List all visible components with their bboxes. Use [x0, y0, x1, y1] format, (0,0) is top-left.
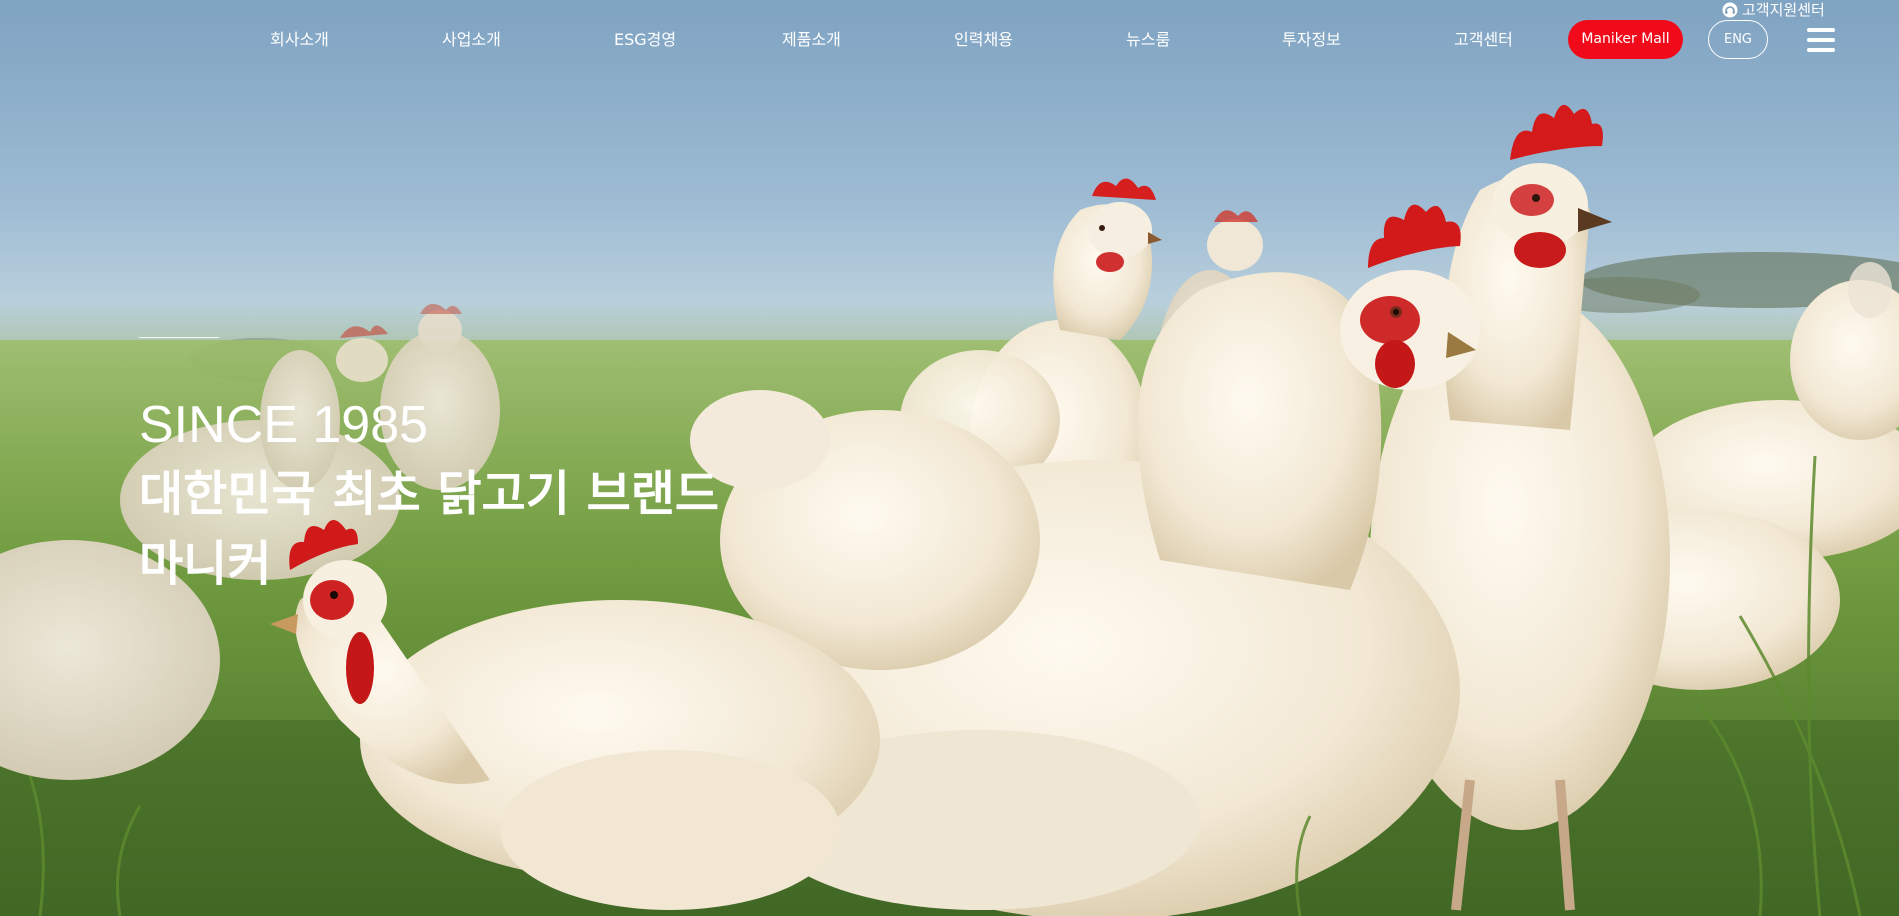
- nav-item-esg[interactable]: ESG경영: [614, 28, 676, 52]
- nav-item-careers[interactable]: 인력채용: [954, 28, 1013, 52]
- nav-item-company[interactable]: 회사소개: [270, 28, 329, 52]
- hero-title-line2: 마니커: [139, 536, 272, 592]
- language-eng-button[interactable]: ENG: [1708, 20, 1768, 59]
- headset-icon: [1722, 2, 1738, 18]
- hamburger-menu-icon[interactable]: [1807, 28, 1835, 52]
- nav-item-business[interactable]: 사업소개: [442, 28, 501, 52]
- nav-item-newsroom[interactable]: 뉴스룸: [1126, 28, 1170, 52]
- main-navigation: 회사소개 사업소개 ESG경영 제품소개 인력채용 뉴스룸 투자정보 고객센터 …: [0, 0, 1899, 80]
- hero-title-line1: 대한민국 최초 닭고기 브랜드: [139, 466, 720, 522]
- nav-item-products[interactable]: 제품소개: [782, 28, 841, 52]
- customer-support-label: 고객지원센터: [1742, 1, 1825, 19]
- hero-background-image: [0, 104, 1899, 916]
- hero-section: 회사소개 사업소개 ESG경영 제품소개 인력채용 뉴스룸 투자정보 고객센터 …: [0, 0, 1899, 916]
- hero-since-text: SINCE 1985: [139, 396, 429, 454]
- hero-divider-line: [139, 337, 219, 338]
- nav-item-investors[interactable]: 투자정보: [1282, 28, 1341, 52]
- customer-support-link[interactable]: 고객지원센터: [1722, 0, 1825, 20]
- nav-item-customer-center[interactable]: 고객센터: [1454, 28, 1513, 52]
- maniker-mall-button[interactable]: Maniker Mall: [1568, 20, 1683, 59]
